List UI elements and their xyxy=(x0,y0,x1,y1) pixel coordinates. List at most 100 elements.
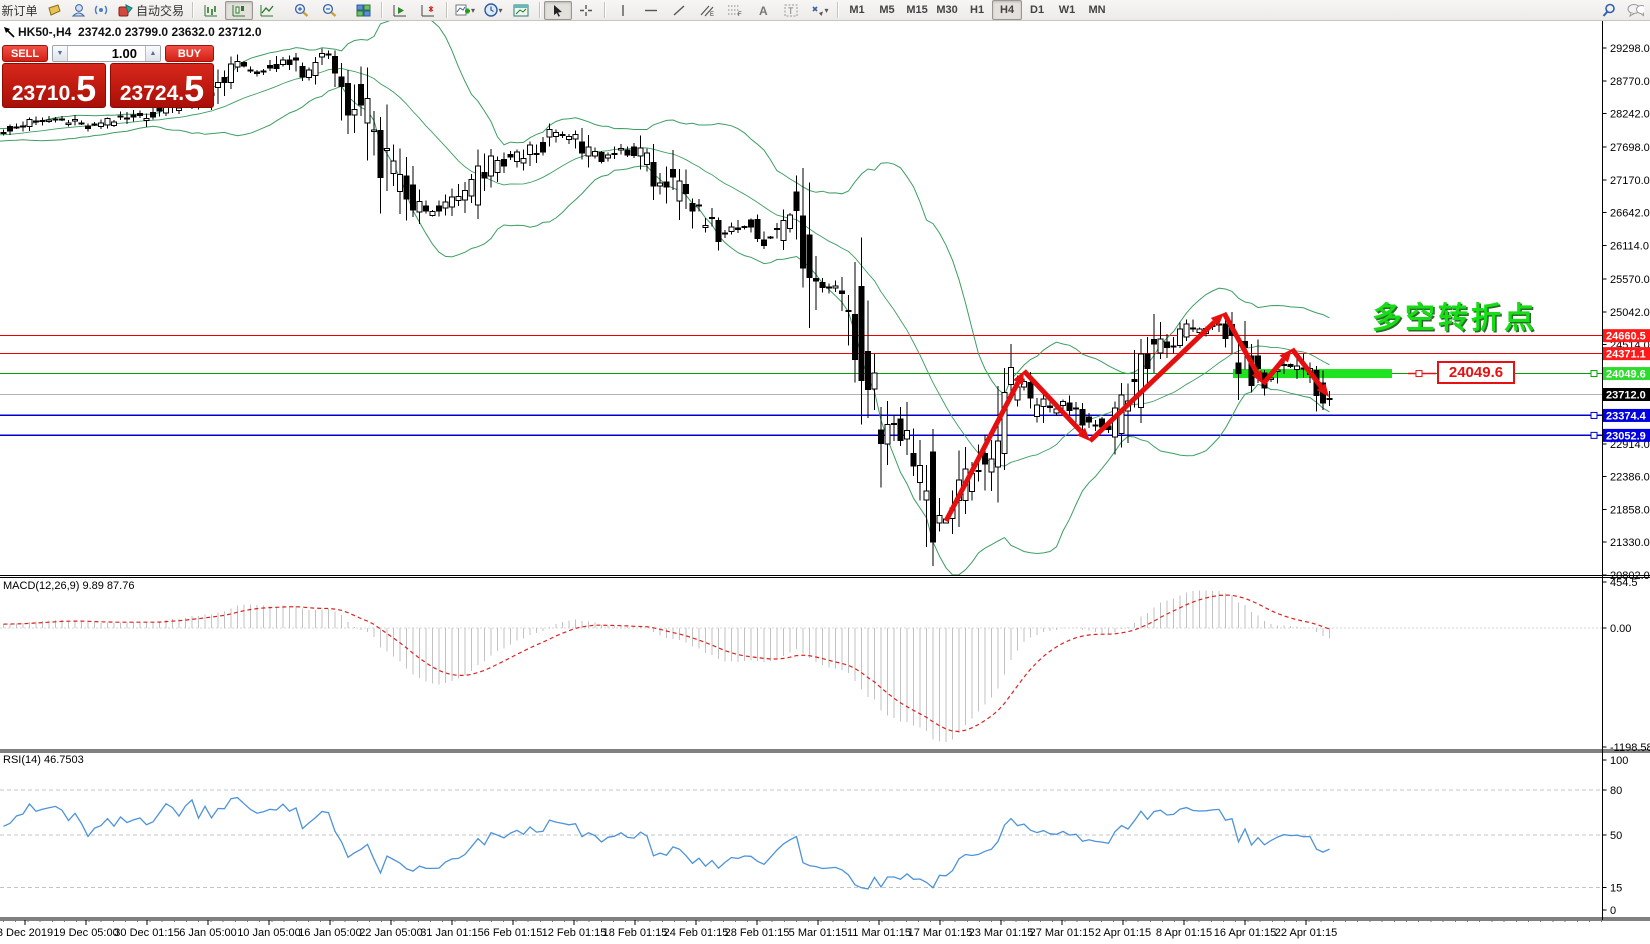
new-order-label: 新订单 xyxy=(1,2,37,19)
timeframe-m5[interactable]: M5 xyxy=(872,0,902,20)
indicators-caret-icon: ▾ xyxy=(471,6,475,15)
arrows-tool-button[interactable]: ▾ xyxy=(805,0,833,20)
level-handle xyxy=(1591,432,1597,438)
svg-text:11 Mar 01:15: 11 Mar 01:15 xyxy=(847,927,911,939)
svg-text:28242.0: 28242.0 xyxy=(1610,109,1650,121)
autotrading-icon xyxy=(118,4,133,17)
indicators-icon xyxy=(455,3,470,17)
macd-label: MACD(12,26,9) 9.89 87.76 xyxy=(3,580,134,592)
channel-tool-icon[interactable]: E xyxy=(693,1,721,20)
svg-text:80: 80 xyxy=(1610,785,1622,797)
crosshair-tool-icon[interactable] xyxy=(572,1,600,20)
template-icon[interactable] xyxy=(507,1,535,20)
market-watch-icon[interactable] xyxy=(46,2,63,19)
new-order-button[interactable]: 新订单 xyxy=(0,0,46,20)
svg-text:24660.5: 24660.5 xyxy=(1606,331,1646,343)
bar-chart-mode-icon[interactable] xyxy=(197,1,225,20)
svg-text:8 Apr 01:15: 8 Apr 01:15 xyxy=(1156,927,1212,939)
chart-ohlc-title: HK50-,H4 23742.0 23799.0 23632.0 23712.0 xyxy=(3,25,262,39)
svg-text:0.00: 0.00 xyxy=(1610,623,1631,635)
volume-increase-button[interactable]: ▲ xyxy=(145,46,160,61)
svg-text:22 Apr 01:15: 22 Apr 01:15 xyxy=(1275,927,1337,939)
svg-text:22386.0: 22386.0 xyxy=(1610,472,1650,484)
svg-text:17 Mar 01:15: 17 Mar 01:15 xyxy=(908,927,973,939)
callout-handle xyxy=(1416,371,1422,377)
svg-text:10 Jan 05:00: 10 Jan 05:00 xyxy=(237,927,301,939)
sell-price-button[interactable]: 23710.5 xyxy=(2,63,106,108)
main-toolbar: 新订单 自动交易 xyxy=(0,0,1650,21)
turning-point-annotation: 多空转折点 xyxy=(1372,293,1537,337)
buy-price-frac: 5 xyxy=(184,75,204,104)
svg-text:3 Dec 2019: 3 Dec 2019 xyxy=(0,927,53,939)
timeframe-m30[interactable]: M30 xyxy=(932,0,962,20)
level-handle xyxy=(1591,412,1597,418)
line-chart-mode-icon[interactable] xyxy=(253,1,281,20)
svg-text:23374.4: 23374.4 xyxy=(1606,410,1647,422)
svg-text:24049.6: 24049.6 xyxy=(1606,369,1646,381)
timeframe-m15[interactable]: M15 xyxy=(902,0,932,20)
sell-price-frac: 5 xyxy=(76,75,96,104)
arrows-caret-icon: ▾ xyxy=(825,6,829,15)
svg-text:26642.0: 26642.0 xyxy=(1610,208,1650,220)
timeframe-h1[interactable]: H1 xyxy=(962,0,992,20)
svg-text:6 Jan 05:00: 6 Jan 05:00 xyxy=(179,927,237,939)
indicators-button[interactable]: ▾ xyxy=(451,0,479,20)
timeframe-mn[interactable]: MN xyxy=(1082,0,1112,20)
buy-button[interactable]: BUY xyxy=(165,45,214,62)
horizontal-line-tool-icon[interactable] xyxy=(637,1,665,20)
level-handle xyxy=(1591,371,1597,377)
timeframe-clock-button[interactable]: ▾ xyxy=(479,0,507,20)
cursor-tool-icon[interactable] xyxy=(544,1,572,20)
vertical-line-tool-icon[interactable] xyxy=(609,1,637,20)
tile-windows-icon[interactable] xyxy=(349,1,377,20)
price-callout-label[interactable]: 24049.6 xyxy=(1437,361,1515,384)
svg-text:100: 100 xyxy=(1610,755,1628,767)
svg-text:5 Mar 01:15: 5 Mar 01:15 xyxy=(789,927,848,939)
svg-text:23052.9: 23052.9 xyxy=(1606,430,1646,442)
svg-text:24371.1: 24371.1 xyxy=(1606,349,1646,361)
svg-text:29298.0: 29298.0 xyxy=(1610,43,1650,55)
timeframe-w1[interactable]: W1 xyxy=(1052,0,1082,20)
chat-icon[interactable] xyxy=(1627,2,1644,19)
autotrading-button[interactable]: 自动交易 xyxy=(114,0,188,20)
search-icon[interactable] xyxy=(1600,2,1617,19)
text-label-tool-icon[interactable]: T xyxy=(777,1,805,20)
svg-text:12 Feb 01:15: 12 Feb 01:15 xyxy=(542,927,607,939)
fibonacci-tool-icon[interactable]: F xyxy=(721,1,749,20)
svg-text:F: F xyxy=(738,12,742,17)
buy-price-button[interactable]: 23724.5 xyxy=(110,63,214,108)
timeframe-m1[interactable]: M1 xyxy=(842,0,872,20)
svg-text:19 Dec 05:00: 19 Dec 05:00 xyxy=(53,927,118,939)
svg-text:16 Apr 01:15: 16 Apr 01:15 xyxy=(1214,927,1276,939)
zoom-in-icon[interactable] xyxy=(287,1,315,20)
zoom-out-icon[interactable] xyxy=(315,1,343,20)
svg-text:25570.0: 25570.0 xyxy=(1610,274,1650,286)
svg-text:27170.0: 27170.0 xyxy=(1610,175,1650,187)
price-chart[interactable]: 454.50.00-1198.58100805015029298.028770.… xyxy=(0,0,1650,944)
svg-text:21330.0: 21330.0 xyxy=(1610,537,1650,549)
trendline-tool-icon[interactable] xyxy=(665,1,693,20)
text-tool-icon[interactable]: A xyxy=(749,1,777,20)
candlestick-mode-icon[interactable] xyxy=(225,1,253,20)
clock-caret-icon: ▾ xyxy=(499,6,503,15)
volume-input[interactable]: 1.00 xyxy=(68,46,145,61)
trading-app-window: 新订单 自动交易 xyxy=(0,0,1650,944)
chart-shift-icon[interactable] xyxy=(414,1,442,20)
svg-text:31 Jan 01:15: 31 Jan 01:15 xyxy=(420,927,484,939)
auto-scroll-icon[interactable] xyxy=(386,1,414,20)
volume-decrease-button[interactable]: ▼ xyxy=(53,46,68,61)
svg-text:28770.0: 28770.0 xyxy=(1610,76,1650,88)
timeframe-d1[interactable]: D1 xyxy=(1022,0,1052,20)
svg-text:E: E xyxy=(710,12,714,17)
broadcast-icon[interactable] xyxy=(92,2,109,19)
svg-text:6 Feb 01:15: 6 Feb 01:15 xyxy=(484,927,543,939)
svg-text:26114.0: 26114.0 xyxy=(1610,241,1649,253)
timeframe-h4[interactable]: H4 xyxy=(992,0,1022,20)
svg-text:50: 50 xyxy=(1610,830,1622,842)
clock-icon xyxy=(484,3,498,17)
svg-text:24 Feb 01:15: 24 Feb 01:15 xyxy=(664,927,729,939)
svg-text:2 Apr 01:15: 2 Apr 01:15 xyxy=(1095,927,1151,939)
accounts-icon[interactable] xyxy=(69,2,86,19)
svg-text:A: A xyxy=(759,4,768,17)
sell-button[interactable]: SELL xyxy=(2,45,48,62)
